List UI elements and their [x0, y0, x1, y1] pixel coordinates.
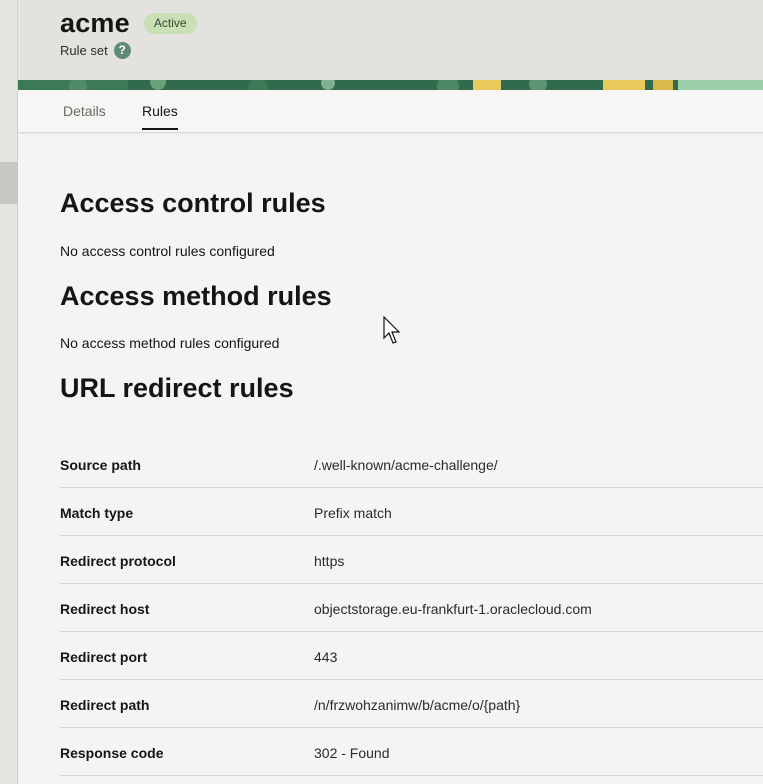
row-value: Prefix match [314, 505, 392, 521]
row-value: https [314, 553, 345, 569]
row-value: 443 [314, 649, 338, 665]
page: acme Active Rule set ? Details Rules Acc… [0, 0, 763, 784]
row-label: Redirect protocol [60, 553, 176, 569]
status-badge: Active [143, 13, 197, 34]
table-row: Redirect host objectstorage.eu-frankfurt… [60, 584, 763, 632]
help-icon[interactable]: ? [113, 42, 131, 59]
row-label: Match type [60, 505, 134, 521]
row-value: objectstorage.eu-frankfurt-1.oraclecloud… [314, 601, 592, 617]
page-header: acme Active Rule set ? [18, 0, 763, 90]
access-method-heading: Access method rules [60, 281, 332, 311]
row-label: Redirect host [60, 601, 150, 617]
table-row: Redirect port 443 [60, 632, 763, 680]
title-row: acme Active [60, 8, 197, 39]
tab-bar: Details Rules [18, 90, 763, 133]
url-redirect-heading: URL redirect rules [60, 373, 294, 403]
header-banner [18, 80, 763, 90]
rail-resize-handle[interactable] [0, 162, 18, 204]
row-label: Source path [60, 457, 141, 473]
url-redirect-table: Source path /.well-known/acme-challenge/… [60, 440, 763, 776]
table-row: Response code 302 - Found [60, 728, 763, 776]
table-row: Source path /.well-known/acme-challenge/ [60, 440, 763, 488]
table-row: Match type Prefix match [60, 488, 763, 536]
row-value: /.well-known/acme-challenge/ [314, 457, 498, 473]
tab-rules[interactable]: Rules [142, 90, 178, 133]
subtitle-row: Rule set ? [60, 42, 131, 59]
tab-details[interactable]: Details [63, 90, 106, 133]
table-row: Redirect protocol https [60, 536, 763, 584]
left-rail [0, 0, 18, 784]
access-method-empty-text: No access method rules configured [60, 335, 280, 351]
access-control-empty-text: No access control rules configured [60, 243, 275, 259]
row-value: 302 - Found [314, 745, 390, 761]
row-label: Redirect path [60, 697, 150, 713]
page-title: acme [60, 8, 130, 38]
mouse-pointer-icon [383, 315, 403, 351]
access-control-heading: Access control rules [60, 188, 326, 218]
table-row: Redirect path /n/frzwohzanimw/b/acme/o/{… [60, 680, 763, 728]
banner-art [18, 80, 763, 90]
page-subtitle: Rule set [60, 43, 108, 58]
row-label: Redirect port [60, 649, 148, 665]
row-value: /n/frzwohzanimw/b/acme/o/{path} [314, 697, 521, 713]
row-label: Response code [60, 745, 164, 761]
